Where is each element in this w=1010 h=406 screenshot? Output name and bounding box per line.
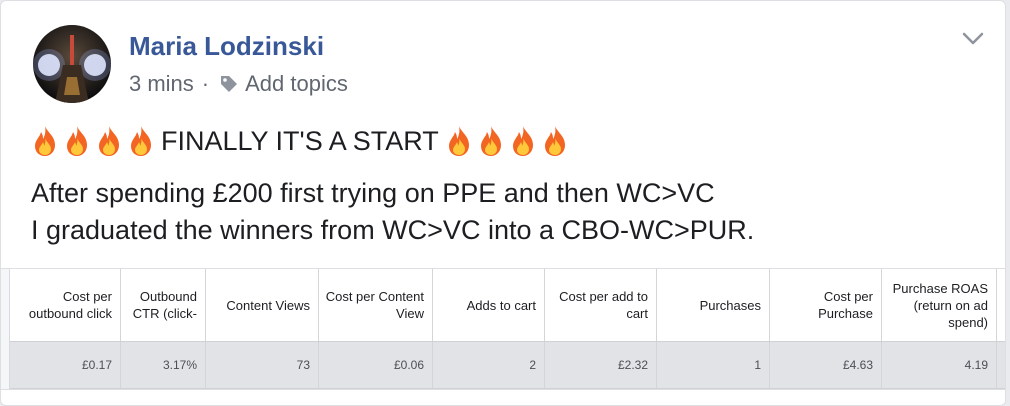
table-cell: 3.17% <box>121 342 206 388</box>
post-card: Maria Lodzinski 3 mins · Add topics FINA… <box>0 0 1006 406</box>
table-row: £0.17 3.17% 73 £0.06 2 £2.32 1 £4.63 4.1… <box>10 341 1005 389</box>
fire-emoji <box>127 125 155 157</box>
fire-emoji <box>31 125 59 157</box>
table-cell: £4.63 <box>770 342 882 388</box>
add-topics-link[interactable]: Add topics <box>245 71 348 97</box>
fire-emoji-group-left <box>31 125 155 157</box>
fire-emoji <box>95 125 123 157</box>
post-body-line: After spending £200 first trying on PPE … <box>31 178 715 208</box>
table-header-cell: Content Views <box>206 269 319 341</box>
table-header-cell: Cost per outbound click <box>10 269 121 341</box>
table-header-cell: Purchase ROAS (return on ad spend) <box>882 269 997 341</box>
avatar[interactable] <box>33 25 111 103</box>
table-cell: 4.19 <box>882 342 997 388</box>
post-attached-image[interactable]: Cost per outbound click Outbound CTR (cl… <box>1 268 1005 405</box>
table-header-cell: Outbound CTR (click- <box>121 269 206 341</box>
table-header-cell: Cost per Purchase <box>770 269 882 341</box>
table-header-cell: Purchases <box>657 269 770 341</box>
post-footer <box>1 389 1005 405</box>
fire-emoji-group-right <box>445 125 569 157</box>
post-headline-line: FINALLY IT'S A START <box>31 125 569 157</box>
table-cell: 2 <box>433 342 545 388</box>
table-header-cell: Cost per add to cart <box>545 269 657 341</box>
post-meta: 3 mins · Add topics <box>129 71 348 97</box>
table-cell: 73 <box>206 342 319 388</box>
post-body: After spending £200 first trying on PPE … <box>31 175 754 249</box>
table-header-cell: Adds to cart <box>433 269 545 341</box>
table-header-cell: Cost per Content View <box>319 269 433 341</box>
table-cell: £2.32 <box>545 342 657 388</box>
ads-metrics-table: Cost per outbound click Outbound CTR (cl… <box>9 269 1005 391</box>
fire-emoji <box>541 125 569 157</box>
tag-icon[interactable] <box>219 74 239 94</box>
timestamp[interactable]: 3 mins <box>129 71 194 97</box>
post-headline: FINALLY IT'S A START <box>161 125 439 156</box>
chevron-down-icon[interactable] <box>961 31 985 47</box>
fire-emoji <box>477 125 505 157</box>
fire-emoji <box>445 125 473 157</box>
table-cell: £0.17 <box>10 342 121 388</box>
post-body-line: I graduated the winners from WC>VC into … <box>31 215 755 245</box>
table-cell: £0.06 <box>319 342 433 388</box>
table-header-row: Cost per outbound click Outbound CTR (cl… <box>10 269 1005 341</box>
author-name[interactable]: Maria Lodzinski <box>129 31 324 62</box>
table-cell: 1 <box>657 342 770 388</box>
meta-separator: · <box>201 71 210 96</box>
fire-emoji <box>509 125 537 157</box>
fire-emoji <box>63 125 91 157</box>
